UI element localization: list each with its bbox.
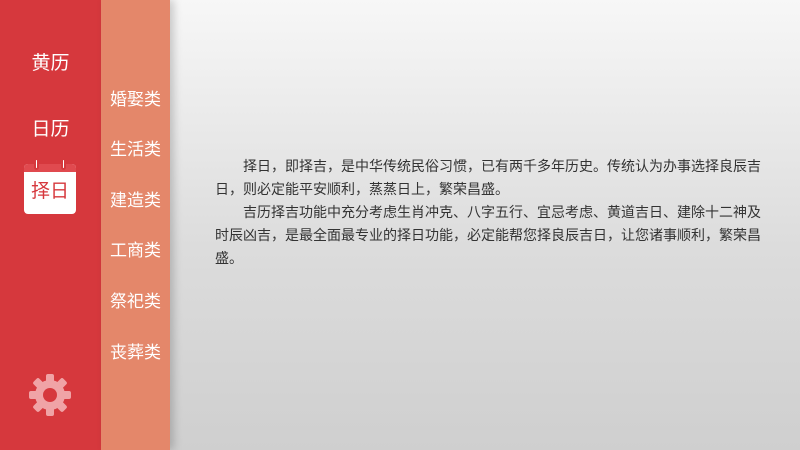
nav-item-huangli[interactable]: 黄历 bbox=[0, 50, 101, 76]
category-item-label: 婚娶类 bbox=[110, 90, 161, 110]
nav-item-zeri-active[interactable]: 择日 bbox=[24, 158, 76, 214]
category-item-label: 丧葬类 bbox=[110, 343, 161, 363]
category-item-life[interactable]: 生活类 bbox=[101, 138, 170, 162]
description-paragraph: 择日，即择吉，是中华传统民俗习惯，已有两千多年历史。传统认为办事选择良辰吉日，则… bbox=[215, 159, 761, 198]
nav-item-label: 黄历 bbox=[31, 52, 70, 74]
category-item-label: 祭祀类 bbox=[110, 292, 161, 312]
gear-icon[interactable] bbox=[28, 373, 72, 417]
nav-item-rili[interactable]: 日历 bbox=[0, 116, 101, 142]
calendar-ring-icon bbox=[61, 158, 66, 170]
category-item-label: 建造类 bbox=[110, 191, 161, 211]
category-item-label: 工商类 bbox=[110, 241, 161, 261]
category-item-sacrifice[interactable]: 祭祀类 bbox=[101, 290, 170, 314]
category-item-business[interactable]: 工商类 bbox=[101, 239, 170, 263]
category-item-label: 生活类 bbox=[110, 140, 161, 160]
calendar-header-strip bbox=[24, 164, 76, 172]
category-item-marriage[interactable]: 婚娶类 bbox=[101, 88, 170, 112]
description-panel: 择日，即择吉，是中华传统民俗习惯，已有两千多年历史。传统认为办事选择良辰吉日，则… bbox=[215, 156, 763, 271]
category-item-funeral[interactable]: 丧葬类 bbox=[101, 341, 170, 365]
category-item-construction[interactable]: 建造类 bbox=[101, 189, 170, 213]
description-paragraph: 吉历择吉功能中充分考虑生肖冲克、八字五行、宜忌考虑、黄道吉日、建除十二神及时辰凶… bbox=[215, 205, 761, 267]
category-sidebar: 婚娶类 生活类 建造类 工商类 祭祀类 丧葬类 bbox=[101, 0, 170, 450]
calendar-ring-icon bbox=[34, 158, 39, 170]
nav-item-label: 择日 bbox=[30, 180, 69, 202]
nav-item-label: 日历 bbox=[31, 118, 70, 140]
main-sidebar: 黄历 日历 择日 bbox=[0, 0, 101, 450]
